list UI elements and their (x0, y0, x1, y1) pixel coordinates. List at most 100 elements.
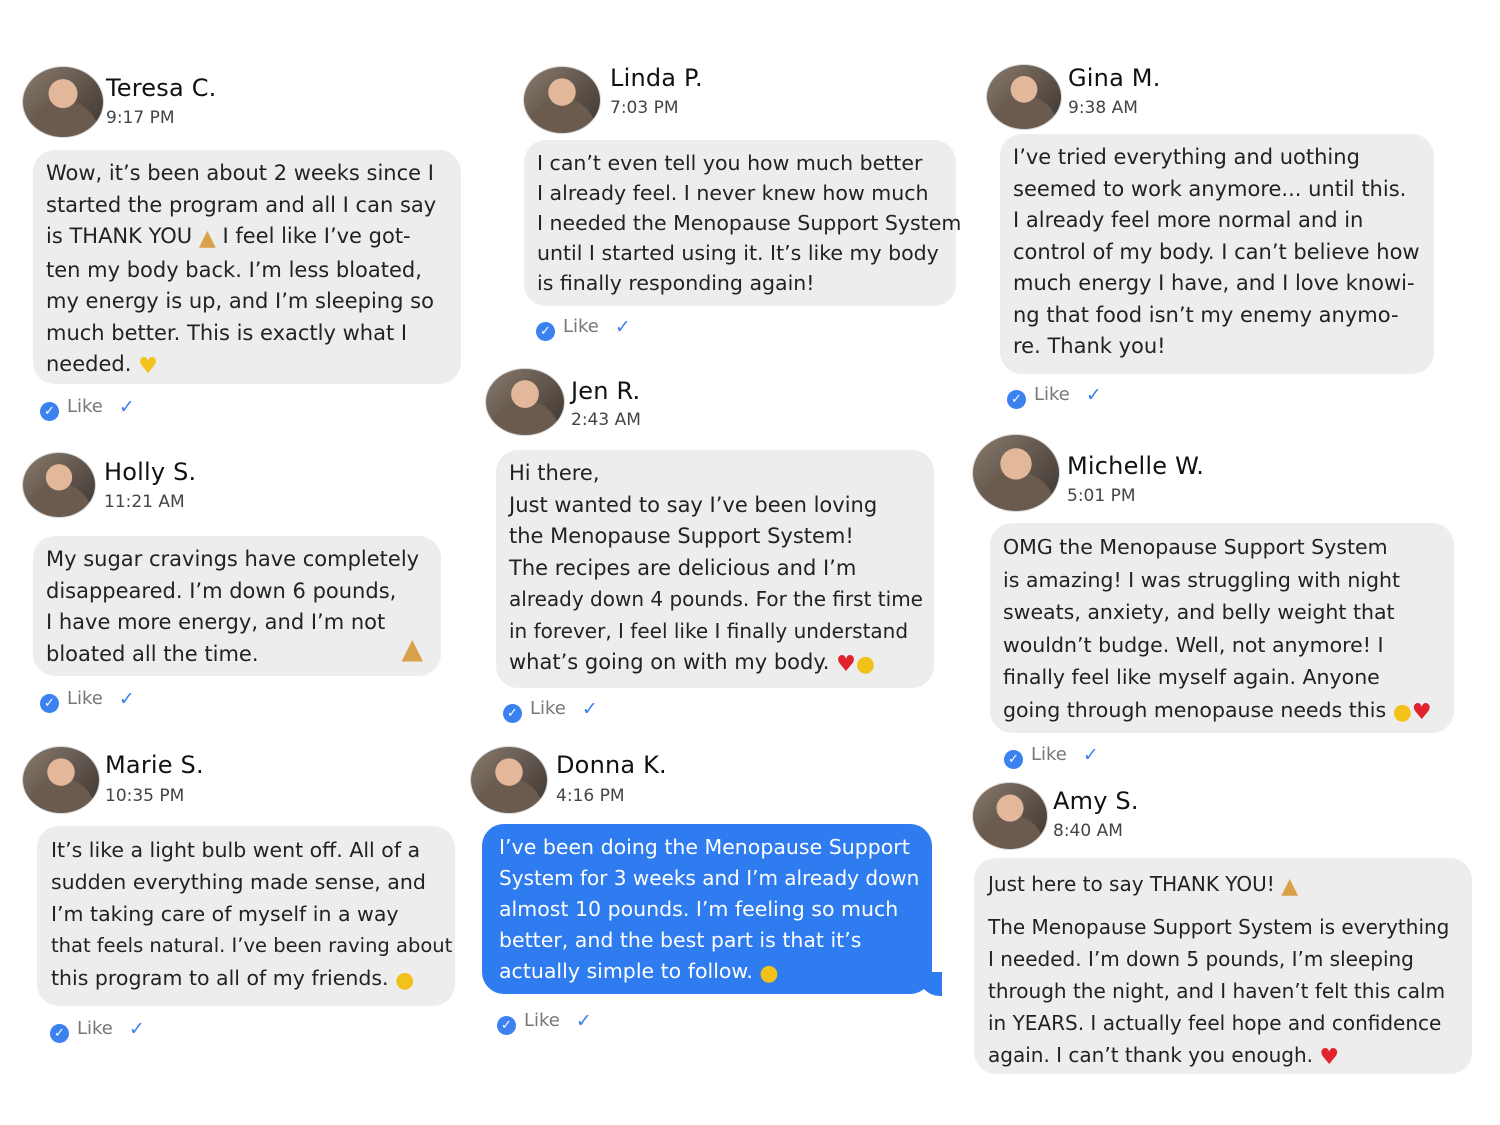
like-button[interactable]: ✓ Like ✓ (497, 1010, 592, 1035)
like-label: Like (530, 698, 566, 719)
message-line: that feels natural. I’ve been raving abo… (51, 934, 453, 957)
like-button[interactable]: ✓ Like ✓ (40, 688, 135, 713)
message-line: until I started using it. It’s like my b… (537, 241, 939, 265)
checkmark-icon: ✓ (614, 316, 631, 338)
message-bubble: OMG the Menopause Support System is amaz… (990, 523, 1454, 733)
author-name: Teresa C. (106, 74, 217, 102)
checkmark-icon: ✓ (581, 698, 598, 720)
check-circle-icon: ✓ (50, 1024, 69, 1043)
red-heart-emoji: ♥ (1319, 1045, 1340, 1070)
timestamp: 7:03 PM (610, 98, 679, 118)
like-button[interactable]: ✓ Like ✓ (50, 1018, 145, 1043)
message-line: what’s going on with my body. ♥● (509, 650, 876, 677)
avatar (22, 452, 96, 518)
author-name: Donna K. (556, 751, 667, 779)
avatar (523, 66, 601, 134)
message-line: actually simple to follow. ● (499, 959, 779, 986)
message-line: my energy is up, and I’m sleeping so (46, 289, 434, 313)
like-button[interactable]: ✓ Like ✓ (536, 316, 631, 341)
message-line: seemed to work anymore... until this. (1013, 176, 1407, 201)
timestamp: 4:16 PM (556, 786, 625, 806)
message-line: sweats, anxiety, and belly weight that (1003, 600, 1395, 624)
author-name: Linda P. (610, 64, 703, 92)
check-circle-icon: ✓ (40, 402, 59, 421)
timestamp: 9:17 PM (106, 108, 175, 128)
message-line: Just wanted to say I’ve been loving (509, 492, 878, 517)
message-line: already down 4 pounds. For the first tim… (509, 587, 923, 611)
message-line: I can’t even tell you how much better (537, 151, 923, 175)
like-button[interactable]: ✓ Like ✓ (1004, 744, 1099, 769)
avatar (22, 746, 100, 814)
message-line: I already feel. I never knew how much (537, 181, 929, 205)
message-bubble: Just here to say THANK YOU! ▲ The Menopa… (974, 858, 1472, 1074)
message-line: ten my body back. I’m less bloated, (46, 257, 422, 282)
avatar (972, 434, 1060, 512)
message-line: ng that food isn’t my enemy anymo- (1013, 302, 1399, 327)
like-label: Like (524, 1010, 560, 1031)
like-label: Like (67, 396, 103, 417)
author-name: Jen R. (571, 377, 641, 405)
message-line: disappeared. I’m down 6 pounds, (46, 578, 397, 603)
message-line: almost 10 pounds. I’m feeling so much (499, 897, 899, 921)
message-line: re. Thank you! (1013, 334, 1166, 358)
timestamp: 11:21 AM (104, 492, 185, 512)
message-line: I’m taking care of myself in a way (51, 902, 399, 926)
message-line: It’s like a light bulb went off. All of … (51, 838, 421, 862)
wink-emoji: ● (1392, 699, 1412, 725)
message-line: OMG the Menopause Support System (1003, 535, 1388, 559)
author-name: Gina M. (1068, 64, 1161, 92)
message-line: The Menopause Support System is everythi… (988, 915, 1450, 939)
message-line: again. I can’t thank you enough. ♥ (988, 1043, 1340, 1070)
message-line: Hi there, (509, 461, 600, 485)
message-bubble: My sugar cravings have completely disapp… (33, 536, 441, 676)
like-button[interactable]: ✓ Like ✓ (503, 698, 598, 723)
message-line: I’ve tried everything and uothing (1013, 145, 1360, 169)
like-label: Like (563, 316, 599, 337)
check-circle-icon: ✓ (1004, 750, 1023, 769)
avatar (22, 66, 104, 138)
message-bubble: I’ve tried everything and uothing seemed… (1000, 134, 1434, 374)
message-bubble: I’ve been doing the Menopause Support Sy… (482, 824, 932, 994)
yellow-heart-emoji: ♥ (138, 354, 158, 379)
message-line: through the night, and I haven’t felt th… (988, 979, 1446, 1003)
message-line: much better. This is exactly what I (46, 320, 408, 345)
message-line: System for 3 weeks and I’m already down (499, 866, 920, 890)
avatar (972, 782, 1048, 850)
message-line: Just here to say THANK YOU! ▲ (988, 872, 1299, 899)
message-line: sudden everything made sense, and (51, 870, 426, 894)
wink-emoji: ● (759, 961, 779, 986)
red-heart-emoji: ♥ (1411, 699, 1432, 725)
message-line: I needed the Menopause Support System (537, 211, 962, 235)
checkmark-icon: ✓ (118, 688, 135, 710)
check-circle-icon: ✓ (497, 1016, 516, 1035)
message-bubble: It’s like a light bulb went off. All of … (37, 826, 455, 1006)
checkmark-icon: ✓ (118, 396, 135, 418)
timestamp: 2:43 AM (571, 410, 641, 430)
check-circle-icon: ✓ (503, 704, 522, 723)
checkmark-icon: ✓ (128, 1018, 145, 1040)
avatar (986, 64, 1062, 130)
message-bubble: Hi there, Just wanted to say I’ve been l… (496, 450, 934, 688)
message-line: the Menopause Support System! (509, 524, 854, 548)
like-label: Like (67, 688, 103, 709)
like-button[interactable]: ✓ Like ✓ (40, 396, 135, 421)
message-line: control of my body. I can’t believe how (1013, 239, 1420, 264)
message-line: in YEARS. I actually feel hope and confi… (988, 1011, 1442, 1035)
like-label: Like (1031, 744, 1067, 765)
thumbs-up-emoji: ▲ (401, 631, 423, 665)
message-line: this program to all of my friends. ● (51, 966, 415, 993)
message-line: My sugar cravings have completely (46, 547, 420, 571)
check-circle-icon: ✓ (40, 694, 59, 713)
message-line: going through menopause needs this ●♥ (1003, 697, 1432, 725)
check-circle-icon: ✓ (1007, 390, 1026, 409)
message-line: much energy I have, and I love knowi- (1013, 271, 1415, 295)
message-line: is amazing! I was struggling with night (1003, 567, 1401, 592)
message-line: I already feel more normal and in (1013, 208, 1364, 232)
wink-emoji: ● (855, 652, 876, 677)
pray-hands-emoji: ▲ (198, 226, 216, 251)
message-bubble: I can’t even tell you how much better I … (524, 140, 962, 306)
message-line: bloated all the time. (46, 641, 259, 666)
like-button[interactable]: ✓ Like ✓ (1007, 384, 1102, 409)
message-line: I have more energy, and I’m not (46, 610, 386, 634)
message-bubble: Wow, it’s been about 2 weeks since I sta… (33, 150, 461, 384)
